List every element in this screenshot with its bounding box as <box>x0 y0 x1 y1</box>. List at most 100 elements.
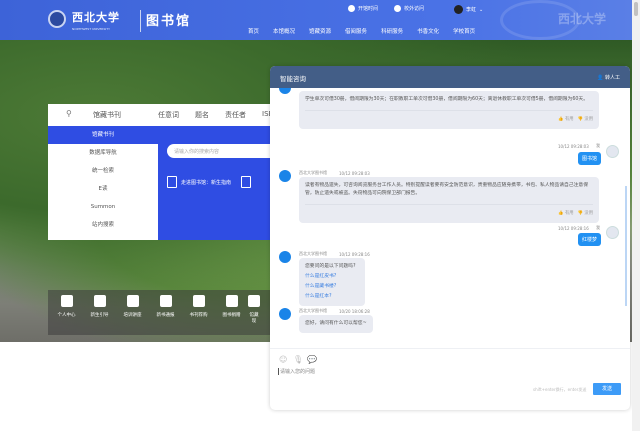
shortcut-training[interactable]: 培训讲座 <box>116 290 149 335</box>
nav-resources[interactable]: 馆藏资源 <box>309 27 331 35</box>
nav-research[interactable]: 科研服务 <box>381 27 403 35</box>
bot-msg-time: 10/20 18:06:28 <box>339 309 370 314</box>
nav-borrow[interactable]: 借阅服务 <box>345 27 367 35</box>
shortcut-donate[interactable]: 图书捐赠 <box>215 290 248 335</box>
user-avatar <box>606 226 619 239</box>
shortcut-label: 图书捐赠 <box>222 313 241 318</box>
useless-label: 没用 <box>584 211 593 216</box>
shortcut-bar: 个人中心 新生引导 培训讲座 新书通报 书刊荐购 图书捐赠 馆藏现 <box>48 290 270 335</box>
menu-item-catalog[interactable]: 馆藏书刊 <box>48 126 158 144</box>
menu-item-summon[interactable]: Summon <box>48 198 158 216</box>
nav-culture[interactable]: 书香文化 <box>417 27 439 35</box>
search-type-selected[interactable]: 馆藏书刊 <box>93 110 121 120</box>
page-scrollbar[interactable] <box>632 0 640 431</box>
suggestion-link[interactable]: 什么是藏书楼? <box>305 283 359 291</box>
search-input[interactable]: 请输入你的搜索内容 <box>167 144 277 158</box>
bot-avatar <box>279 251 291 263</box>
bot-avatar <box>279 170 291 182</box>
chat-title: 智能咨询 <box>280 75 306 83</box>
microphone-icon[interactable]: 🎙 <box>293 355 303 364</box>
bot-msg-time: 10/12 09:28:16 <box>339 252 370 257</box>
bot-message: 学生单次可借30册，借阅期限为30天；在职教职工单次可借30册，借阅期限为60天… <box>299 91 599 129</box>
user-message: 红楼梦 <box>578 233 602 246</box>
input-hint: shift+enter换行，enter发送 <box>533 387 587 392</box>
bot-message: 您要问的是以下问题吗? 什么是红皮书? 什么是藏书楼? 什么是红本? <box>299 258 365 306</box>
message-text: 您要问的是以下问题吗? <box>305 264 356 269</box>
qr-icon <box>241 176 252 188</box>
main-nav: 首页 本馆概况 馆藏资源 借阅服务 科研服务 书香文化 学校首页 <box>248 27 475 35</box>
open-hours-label: 开馆时间 <box>358 6 379 12</box>
freshman-guide-link[interactable]: 走进图书馆：新生指南 <box>167 176 252 188</box>
feedback: 👍 有用 👎 没用 <box>305 110 593 124</box>
shortcut-label: 培训讲座 <box>123 313 142 318</box>
send-button[interactable]: 发送 <box>593 383 621 395</box>
logo-divider <box>140 10 141 32</box>
search-type-menu: 馆藏书刊 数据库导航 统一检索 E读 Summon 站内搜索 <box>48 126 158 240</box>
thumbs-up-button[interactable]: 👍 有用 <box>558 117 573 122</box>
message-text: 学生单次可借30册，借阅期限为30天；在职教职工单次可借30册，借阅期限为60天… <box>305 97 589 102</box>
nav-about[interactable]: 本馆概况 <box>273 27 295 35</box>
logo-text[interactable]: 西北大学 <box>72 9 120 25</box>
watermark-text: 西北大学 <box>558 12 607 26</box>
bot-name: 西北大学图书馆 <box>299 251 327 256</box>
thumbs-down-button[interactable]: 👎 没用 <box>578 211 593 216</box>
user-label: 我 <box>596 143 600 148</box>
nav-school[interactable]: 学校首页 <box>453 27 475 35</box>
transfer-label: 转人工 <box>604 75 620 81</box>
bot-message: 读者有物品遗失，可咨询阅览服务台工作人员。特别提醒读者要有安全防范意识，贵重物品… <box>299 177 599 223</box>
logo-subtitle: NORTHWEST UNIVERSITY <box>72 27 110 31</box>
shortcut-personal[interactable]: 个人中心 <box>50 290 83 335</box>
search-widget: ⚲ 馆藏书刊 任意词 题名 责任者 ISBN 馆藏书刊 数据库导航 统一检索 E… <box>48 104 277 240</box>
transfer-human-button[interactable]: 👤 转人工 <box>597 74 620 81</box>
lecturer-icon <box>126 295 139 307</box>
chat-scrollbar[interactable] <box>625 186 627 306</box>
search-icon[interactable]: ⚲ <box>66 109 72 118</box>
useful-label: 有用 <box>564 117 574 122</box>
scrollbar-thumb[interactable] <box>634 2 638 16</box>
comment-icon[interactable]: 💬 <box>307 355 317 364</box>
tab-title[interactable]: 题名 <box>195 110 209 120</box>
bot-name: 西北大学图书馆 <box>299 170 327 175</box>
offcampus-link[interactable]: 校外访问 <box>394 5 424 12</box>
user-message: 图书馆 <box>578 152 602 165</box>
university-seal-icon <box>48 10 66 28</box>
user-name: 李虹 <box>466 7 477 13</box>
building-icon <box>248 295 260 307</box>
menu-item-unified[interactable]: 统一检索 <box>48 162 158 180</box>
feedback: 👍 有用 👎 没用 <box>305 204 593 218</box>
tab-isbn[interactable]: ISBN <box>262 110 270 118</box>
thumbs-up-button[interactable]: 👍 有用 <box>558 211 573 216</box>
open-hours-link[interactable]: 开馆时间 <box>348 5 378 12</box>
user-menu[interactable]: 李虹 ⌄ <box>454 5 483 14</box>
library-logo[interactable]: 图书馆 <box>146 10 191 29</box>
menu-item-site[interactable]: 站内搜索 <box>48 216 158 234</box>
shortcut-freshman[interactable]: 新生引导 <box>83 290 116 335</box>
shortcut-recommend[interactable]: 书刊荐购 <box>182 290 215 335</box>
offcampus-label: 校外访问 <box>404 6 425 12</box>
user-avatar <box>606 145 619 158</box>
search-bar: ⚲ 馆藏书刊 任意词 题名 责任者 ISBN <box>48 104 270 126</box>
user-label: 我 <box>596 225 600 230</box>
tab-any-word[interactable]: 任意词 <box>158 110 179 120</box>
chat-input-area: ☺ 🎙 💬 请输入您的问题 shift+enter换行，enter发送 <box>270 348 630 410</box>
bot-avatar <box>279 308 291 320</box>
open-book-icon <box>192 295 205 307</box>
shortcut-newbooks[interactable]: 新书通报 <box>149 290 182 335</box>
tab-author[interactable]: 责任者 <box>225 110 246 120</box>
clock-icon <box>348 5 355 12</box>
menu-item-database[interactable]: 数据库导航 <box>48 144 158 162</box>
guide-label: 走进图书馆：新生指南 <box>181 179 232 186</box>
bot-avatar <box>279 88 291 94</box>
menu-item-eread[interactable]: E读 <box>48 180 158 198</box>
chat-input[interactable]: 请输入您的问题 <box>278 368 618 375</box>
emoji-icon[interactable]: ☺ <box>279 355 287 364</box>
suggestion-link[interactable]: 什么是红皮书? <box>305 273 359 281</box>
thumbs-down-button[interactable]: 👎 没用 <box>578 117 593 122</box>
shortcut-collection[interactable]: 馆藏现 <box>248 290 260 335</box>
suggestion-link[interactable]: 什么是红本? <box>305 293 359 301</box>
home-icon <box>60 295 73 307</box>
shortcut-label: 新书通报 <box>156 313 175 318</box>
nav-home[interactable]: 首页 <box>248 27 259 35</box>
shield-icon <box>394 5 401 12</box>
search-panel: 请输入你的搜索内容 走进图书馆：新生指南 <box>158 126 277 240</box>
